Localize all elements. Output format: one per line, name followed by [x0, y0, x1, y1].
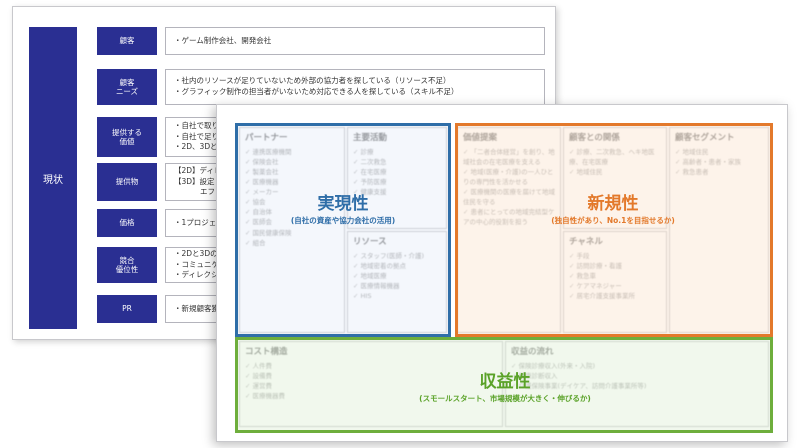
canvas-cell-customer-segments: 顧客セグメント 地域住民 高齢者・患者・家族 救急患者: [669, 127, 769, 333]
row-label-pr: PR: [97, 295, 157, 323]
row-label-offering: 提供物: [97, 163, 157, 201]
canvas-cell-resources: リソース スタッフ(医師・介護) 地域密着の拠点 地域医療 医療情報機器 HIS: [347, 231, 447, 333]
row-label-price: 価格: [97, 209, 157, 237]
row-content-customer: ・ゲーム制作会社、開発会社: [165, 27, 545, 55]
canvas-cell-partners: パートナー 連携医療機関 保険会社 製薬会社 医療機器 メーカー 協会 自治体 …: [239, 127, 345, 333]
row-label-customer-needs: 顧客 ニーズ: [97, 69, 157, 105]
canvas-cell-channels: チャネル 手段 訪問診療・看護 救急車 ケアマネジャー 居宅介護支援事業所: [563, 231, 667, 333]
profitability-label: 収益性 (スモールスタート、市場規模が大きく・伸びるか): [419, 372, 591, 403]
row-content-customer-needs: ・社内のリソースが足りていないため外部の協力者を探している（リソース不足） ・グ…: [165, 69, 545, 105]
row-label-customer: 顧客: [97, 27, 157, 55]
business-model-canvas-slide: パートナー 連携医療機関 保険会社 製薬会社 医療機器 メーカー 協会 自治体 …: [216, 104, 788, 442]
feasibility-label: 実現性 (自社の資産や協力会社の活用): [290, 194, 396, 225]
row-label-competitive-advantage: 競合 優位性: [97, 247, 157, 283]
canvas-cell-value-proposition: 価値提案 「二者合体経営」を創り、地域社会の在宅医療を支える 地域(医療・介護)…: [457, 127, 561, 333]
novelty-label: 新規性 (独自性があり、No.1を目指せるか): [551, 194, 675, 225]
current-state-label: 現状: [29, 27, 77, 329]
row-label-value: 提供する 価値: [97, 117, 157, 157]
